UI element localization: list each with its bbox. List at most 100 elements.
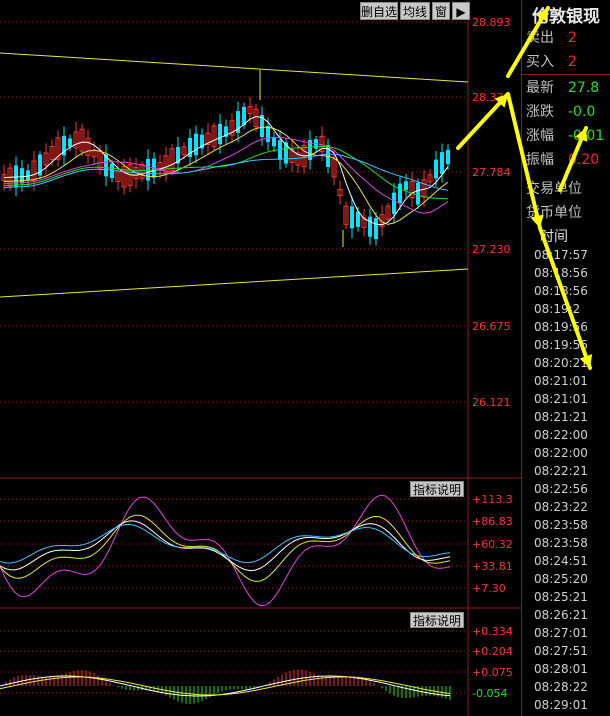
indicator1-tick-label: +113.3	[472, 493, 513, 506]
price-tick-label: 26.675	[472, 320, 511, 333]
quote-label: 买入	[526, 54, 554, 70]
candle-body	[398, 183, 402, 204]
quote-row: 涨跌 -0.0	[522, 100, 610, 124]
tick-time: 08:24:51	[534, 554, 588, 568]
indicator1-tick-label: +86.83	[472, 515, 513, 528]
moving-average-line	[3, 145, 449, 200]
tick-time: 08:23:22	[534, 500, 588, 514]
tick-time: 08:22:21	[534, 464, 588, 478]
window-button[interactable]: 窗	[432, 2, 450, 20]
tick-time: 08:29:01	[534, 698, 588, 712]
tick-time: 08:28:22	[534, 680, 588, 694]
candle-body	[374, 218, 378, 240]
tick-time: 08:25:20	[534, 572, 588, 586]
price-tick-label: 27.230	[472, 243, 511, 256]
candle-body	[26, 170, 30, 180]
chart-grid	[0, 0, 521, 716]
quote-row: 最新 27.8	[522, 76, 610, 100]
indicator1-tick-label: +7.30	[472, 582, 506, 595]
quote-panel: 伦敦银现 卖出 2 买入 2 最新 27.8 涨跌 -0.0 涨幅 -0.01 振幅 0.20 交易单…	[521, 0, 610, 716]
candle-body	[392, 192, 396, 215]
candle-body	[416, 182, 420, 205]
quote-value: 2	[568, 30, 577, 46]
tick-time: 08:27:51	[534, 644, 588, 658]
tick-time: 08:22:00	[534, 446, 588, 460]
candle-body	[446, 149, 450, 165]
quote-value: -0.01	[568, 128, 605, 144]
candle-body	[242, 106, 246, 126]
price-axis: 28.893 28.338 27.784 27.230 26.675 26.121 +113…	[472, 16, 513, 700]
price-tick-label: 26.121	[472, 396, 511, 409]
lower-trendline	[0, 268, 469, 298]
quote-label: 最新	[526, 80, 554, 96]
currency-unit-label: 货币单位	[526, 205, 582, 221]
tick-time: 08:18:56	[534, 284, 588, 298]
candle-body	[68, 138, 72, 148]
oscillator-line	[0, 514, 451, 582]
moving-average-line	[3, 136, 449, 214]
candle-body	[356, 211, 360, 227]
pin-icon[interactable]: ▶	[452, 2, 470, 20]
tick-time: 08:27:01	[534, 626, 588, 640]
upper-trendline	[0, 52, 469, 83]
candle-body	[194, 133, 198, 156]
tick-time: 08:21:21	[534, 410, 588, 424]
quote-row: 卖出 2	[522, 26, 610, 50]
moving-average-button[interactable]: 均线	[400, 2, 430, 20]
indicator2-bars	[0, 669, 451, 704]
tick-time: 08:19:2	[534, 302, 581, 316]
moving-average-line	[3, 153, 449, 191]
chart-area[interactable]: 28.893 28.338 27.784 27.230 26.675 26.121 +113…	[0, 0, 521, 716]
price-tick-label: 27.784	[472, 166, 511, 179]
tick-time: 08:20:21	[534, 356, 588, 370]
tick-time: 08:17:57	[534, 248, 588, 262]
quote-label: 涨跌	[526, 104, 554, 120]
indicator2-tick-label: +0.075	[472, 666, 513, 679]
trade-unit-label: 交易单位	[526, 181, 582, 197]
indicator2-tick-label: +0.204	[472, 645, 513, 658]
quote-row: 买入 2	[522, 50, 610, 74]
quote-value: 0.20	[568, 152, 600, 168]
indicator2-tick-label: -0.054	[472, 687, 507, 700]
price-tick-label: 28.338	[472, 91, 511, 104]
tick-time: 08:18:56	[534, 266, 588, 280]
quote-label: 卖出	[526, 30, 554, 46]
quote-value: 27.8	[568, 80, 600, 96]
indicator2-tick-label: +0.334	[472, 625, 513, 638]
tick-time: 08:28:01	[534, 662, 588, 676]
indicator1-tick-label: +33.81	[472, 560, 513, 573]
indicator2-description-button[interactable]: 指标说明	[410, 612, 464, 628]
remove-favorite-button[interactable]: 删自选	[360, 2, 398, 20]
tick-time: 08:26:21	[534, 608, 588, 622]
candle-body	[272, 137, 276, 147]
candle-body	[368, 216, 372, 237]
candle-body	[14, 165, 18, 188]
indicator1-description-button[interactable]: 指标说明	[410, 481, 464, 497]
candle-body	[434, 159, 438, 179]
quote-row: 振幅 0.20	[522, 148, 610, 172]
tick-time: 08:21:01	[534, 392, 588, 406]
quote-value: 2	[568, 54, 577, 70]
instrument-title: 伦敦银现	[532, 7, 600, 27]
candle-body	[350, 206, 354, 229]
candle-body	[266, 126, 270, 142]
quote-label: 涨幅	[526, 128, 554, 144]
quote-value: -0.0	[568, 104, 596, 120]
indicator1-lines	[0, 494, 451, 607]
divider	[522, 74, 610, 75]
tick-time: 08:25:21	[534, 590, 588, 604]
tick-time: 08:23:58	[534, 518, 588, 532]
candle-body	[404, 181, 408, 190]
time-header: 时间	[540, 229, 568, 245]
tick-time: 08:22:00	[534, 428, 588, 442]
tick-time: 08:23:58	[534, 536, 588, 550]
candlestick-series	[1, 96, 450, 246]
candle-body	[218, 123, 222, 145]
tick-time: 08:19:56	[534, 338, 588, 352]
tick-time: 08:22:56	[534, 482, 588, 496]
quote-row: 涨幅 -0.01	[522, 124, 610, 148]
tick-time: 08:21:01	[534, 374, 588, 388]
candle-body	[440, 152, 444, 174]
price-tick-label: 28.893	[472, 16, 511, 29]
tick-time: 08:19:56	[534, 320, 588, 334]
